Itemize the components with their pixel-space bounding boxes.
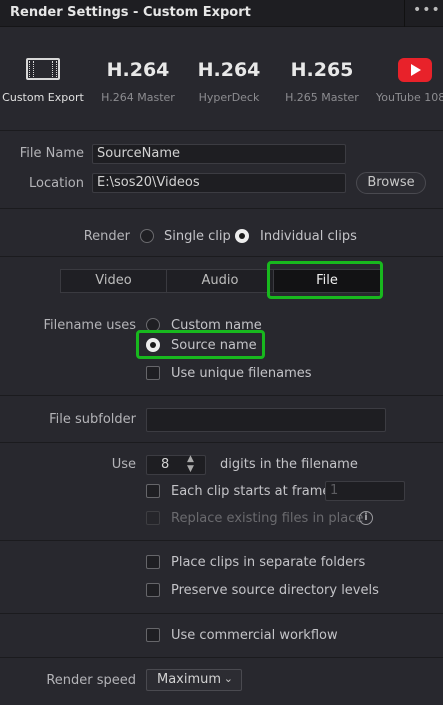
divider	[0, 657, 443, 658]
commercial-workflow-checkbox[interactable]	[146, 628, 160, 642]
file-name-input[interactable]: SourceName	[92, 144, 346, 164]
file-tab-highlight	[267, 261, 383, 299]
replace-files-label: Replace existing files in place	[171, 511, 364, 526]
preset-h265-master[interactable]: H.265 H.265 Master	[280, 56, 364, 116]
info-icon[interactable]: i	[359, 511, 373, 525]
window-title: Render Settings - Custom Export	[10, 5, 251, 20]
file-name-label: File Name	[19, 146, 84, 161]
location-label: Location	[29, 176, 84, 191]
replace-files-checkbox	[146, 511, 160, 525]
title-separator	[404, 0, 405, 27]
preserve-levels-label: Preserve source directory levels	[171, 583, 379, 598]
render-speed-value: Maximum	[157, 672, 222, 687]
preset-codec: H.264	[197, 59, 261, 81]
start-frame-value: 1	[330, 483, 339, 498]
tab-audio[interactable]: Audio	[167, 270, 273, 292]
file-subfolder-input[interactable]	[146, 408, 386, 432]
single-clip-label: Single clip	[164, 229, 231, 244]
preset-custom-export[interactable]: Custom Export	[2, 56, 84, 116]
preset-label: YouTube 108	[376, 91, 443, 104]
divider	[0, 130, 443, 131]
tab-video[interactable]: Video	[61, 270, 166, 292]
preset-strip: Custom Export H.264 H.264 Master H.264 H…	[0, 28, 443, 128]
separate-folders-label: Place clips in separate folders	[171, 555, 366, 570]
preset-label: H.264 Master	[101, 91, 175, 104]
separate-folders-checkbox[interactable]	[146, 555, 160, 569]
single-clip-radio[interactable]	[140, 229, 154, 243]
browse-button[interactable]: Browse	[356, 172, 426, 194]
render-speed-label: Render speed	[46, 673, 136, 688]
unique-filenames-checkbox[interactable]	[146, 366, 160, 380]
divider	[0, 208, 443, 209]
more-dots-icon[interactable]: •••	[413, 2, 441, 18]
filename-uses-label: Filename uses	[43, 318, 136, 333]
preset-label: H.265 Master	[285, 91, 359, 104]
preset-codec: H.264	[106, 59, 170, 81]
divider	[0, 540, 443, 541]
filmstrip-icon	[26, 58, 60, 80]
preset-h264-master[interactable]: H.264 H.264 Master	[96, 56, 180, 116]
preset-label: Custom Export	[2, 91, 84, 104]
digits-suffix-label: digits in the filename	[220, 457, 358, 472]
youtube-icon	[398, 58, 432, 82]
preset-youtube[interactable]: YouTube 108	[376, 56, 443, 116]
digits-value: 8	[161, 457, 170, 472]
unique-filenames-label: Use unique filenames	[171, 366, 312, 381]
chevron-down-icon: ⌄	[223, 672, 233, 685]
title-bar: Render Settings - Custom Export •••	[0, 0, 443, 27]
use-label: Use	[111, 457, 136, 472]
individual-clips-radio[interactable]	[235, 229, 249, 243]
divider	[0, 395, 443, 396]
individual-clips-label: Individual clips	[260, 229, 357, 244]
render-speed-dropdown[interactable]: Maximum ⌄	[146, 669, 242, 691]
source-name-highlight	[136, 330, 265, 359]
preset-label: HyperDeck	[198, 91, 260, 104]
stepper-arrows-icon[interactable]: ▲ ▼	[187, 454, 194, 474]
divider	[0, 613, 443, 614]
commercial-workflow-label: Use commercial workflow	[171, 628, 338, 643]
preset-codec: H.265	[290, 59, 354, 81]
start-frame-label: Each clip starts at frame	[171, 484, 331, 499]
digits-stepper[interactable]: 8 ▲ ▼	[146, 454, 206, 475]
preserve-levels-checkbox[interactable]	[146, 583, 160, 597]
start-frame-input[interactable]: 1	[325, 481, 405, 501]
divider	[0, 256, 443, 257]
preset-hyperdeck[interactable]: H.264 HyperDeck	[188, 56, 270, 116]
start-frame-checkbox[interactable]	[146, 484, 160, 498]
render-label: Render	[83, 229, 130, 244]
divider	[0, 442, 443, 443]
file-subfolder-label: File subfolder	[49, 412, 136, 427]
location-input[interactable]: E:\sos20\Videos	[92, 173, 346, 193]
